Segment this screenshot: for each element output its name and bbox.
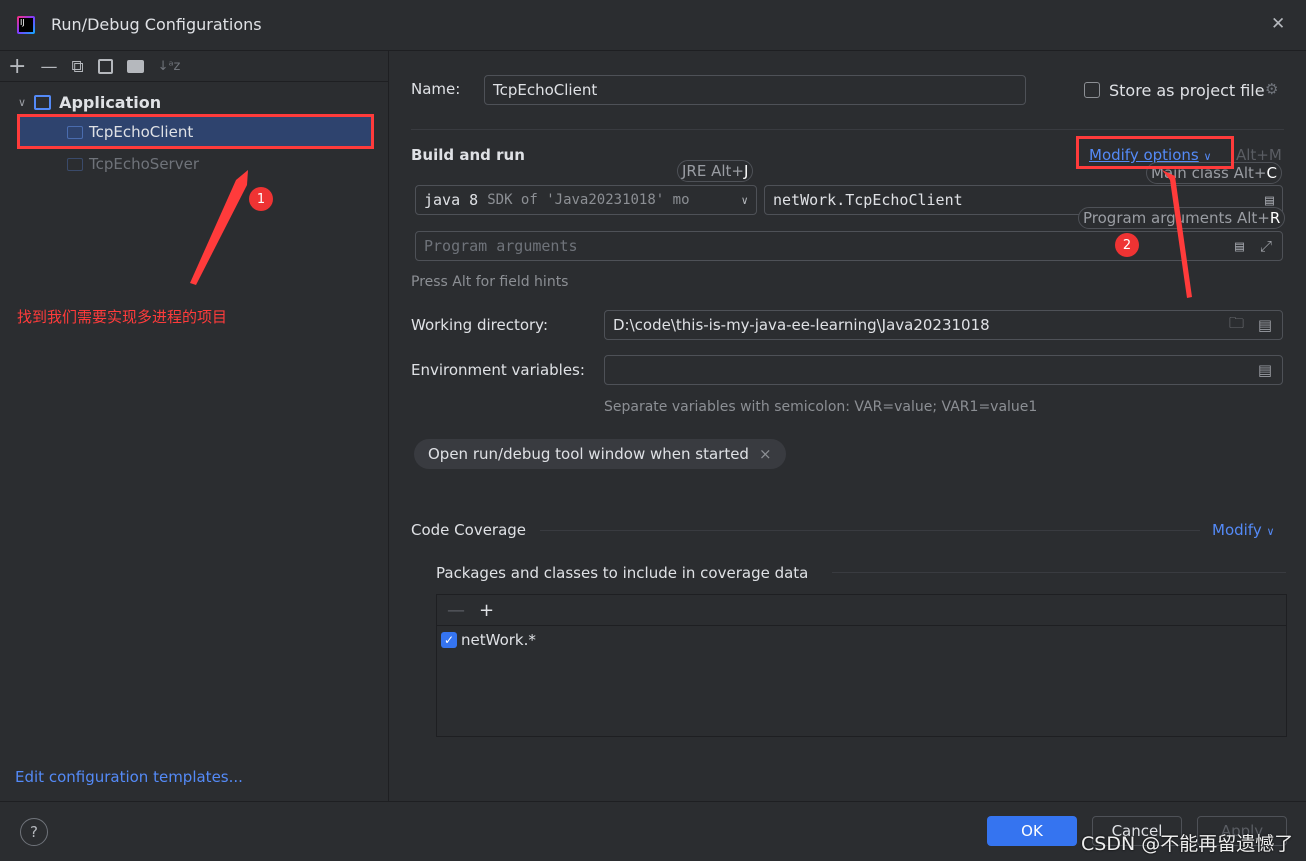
watermark: CSDN @不能再留遗憾了	[1081, 833, 1294, 855]
arrow-2	[1162, 170, 1192, 298]
annotation-arrows	[190, 170, 1192, 298]
annotation-note: 找到我们需要实现多进程的项目	[17, 308, 228, 326]
arrow-1	[190, 170, 248, 285]
badge-2: 2	[1115, 233, 1139, 257]
badge-1: 1	[249, 187, 273, 211]
